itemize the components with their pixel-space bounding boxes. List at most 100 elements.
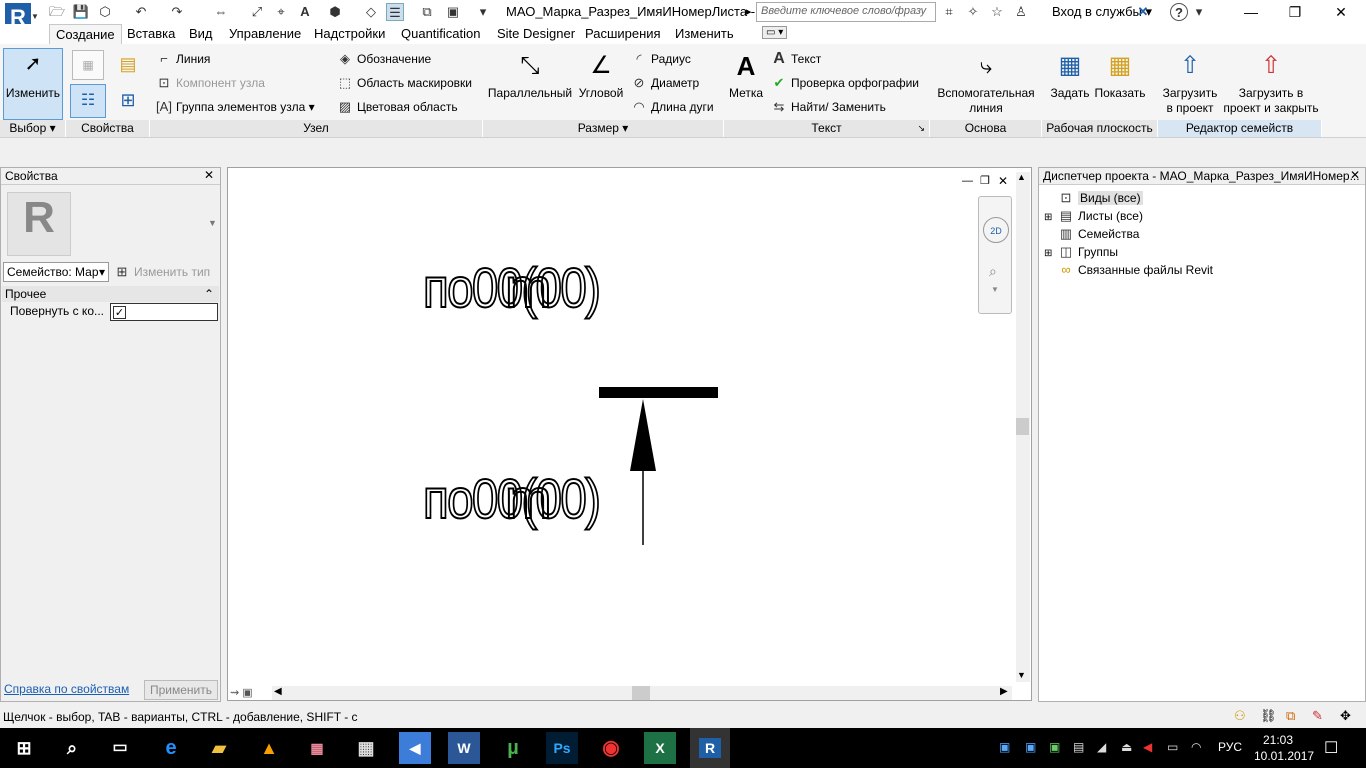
calculator-icon[interactable]: ▦: [350, 732, 382, 764]
scroll-right-icon[interactable]: ▶: [1000, 686, 1008, 697]
load-into-project-button[interactable]: ⇧ Загрузить в проект: [1160, 48, 1220, 116]
tab-view[interactable]: Вид: [183, 24, 219, 44]
modify-button[interactable]: ➚ Изменить: [3, 48, 63, 120]
symbol-button[interactable]: ◈ Обозначение: [337, 50, 431, 68]
exchange-icon[interactable]: ✕: [1134, 3, 1152, 21]
horizontal-scroll-thumb[interactable]: [632, 686, 650, 700]
task-view-icon[interactable]: ▭: [104, 732, 136, 764]
tab-insert[interactable]: Вставка: [121, 24, 181, 44]
selection-group-label[interactable]: Выбор ▾: [0, 120, 66, 137]
vertical-scroll-thumb[interactable]: [1016, 418, 1029, 435]
apply-button[interactable]: Применить: [144, 680, 218, 700]
restore-view-icon[interactable]: ❐: [980, 174, 990, 187]
expand-icon[interactable]: ⊞: [1044, 248, 1058, 259]
show-workplane-button[interactable]: ▦ Показать: [1094, 48, 1146, 101]
chrome-icon[interactable]: ◉: [595, 732, 627, 764]
3d-view-icon[interactable]: ⬢: [326, 3, 344, 21]
select-links-icon[interactable]: ⛓: [1260, 708, 1277, 724]
tree-item-sheets[interactable]: ⊞ ▤ Листы (все): [1044, 208, 1213, 226]
minimize-icon[interactable]: —: [1228, 0, 1274, 24]
type-properties-icon[interactable]: ⊞: [112, 86, 144, 116]
close-icon[interactable]: ✕: [204, 168, 214, 182]
triangle-app-icon[interactable]: ▲: [253, 732, 285, 764]
tray-app-icon-1[interactable]: ▣: [999, 740, 1010, 754]
tag-button[interactable]: A Метка: [726, 48, 766, 101]
family-category-icon[interactable]: ▤: [112, 50, 144, 80]
sync-icon[interactable]: ⬡: [96, 3, 114, 21]
rotate-property-value[interactable]: ✓: [110, 303, 218, 321]
tab-extensions[interactable]: Расширения: [579, 24, 667, 44]
battery-icon[interactable]: ▭: [1167, 740, 1178, 754]
zoom-icon[interactable]: ⌕: [989, 263, 997, 280]
notifications-icon[interactable]: ☐: [1324, 738, 1338, 758]
tag-icon[interactable]: ⌖: [272, 3, 290, 21]
spellcheck-button[interactable]: ✔ Проверка орфографии: [771, 74, 919, 92]
favorites-icon[interactable]: ☆: [988, 3, 1006, 21]
tab-create[interactable]: Создание: [49, 24, 122, 44]
drag-elements-icon[interactable]: ✥: [1340, 708, 1351, 724]
set-workplane-button[interactable]: ▦ Задать: [1048, 48, 1092, 101]
expand-arrow-icon[interactable]: ▸: [746, 5, 752, 18]
language-indicator[interactable]: РУС: [1218, 740, 1242, 754]
scroll-left-icon[interactable]: ◀: [274, 686, 282, 697]
close-view-icon[interactable]: ✕: [998, 174, 1008, 188]
select-underlay-icon[interactable]: ⧉: [1286, 708, 1295, 724]
windows-start-icon[interactable]: ⊞: [8, 732, 40, 764]
save-icon[interactable]: 💾: [72, 3, 90, 21]
aligned-dimension-button[interactable]: ⤡ Параллельный: [486, 48, 574, 101]
2d-wheel-icon[interactable]: 2D: [983, 217, 1009, 243]
tree-item-links[interactable]: ∞ Связанные файлы Revit: [1044, 262, 1213, 280]
masking-region-button[interactable]: ⬚ Область маскировки: [337, 74, 472, 92]
network-icon[interactable]: ◢: [1097, 740, 1106, 754]
edit-type-button[interactable]: ⊞ Изменить тип: [114, 264, 211, 280]
tab-modify[interactable]: Изменить: [669, 24, 740, 44]
filled-region-button[interactable]: ▨ Цветовая область: [337, 98, 458, 116]
undo-icon[interactable]: ↶: [132, 3, 150, 21]
node-component-button[interactable]: ⊡ Компонент узла: [156, 74, 265, 92]
revit-taskbar-icon[interactable]: R: [690, 728, 730, 768]
help-dropdown-icon[interactable]: ▾: [1190, 3, 1208, 21]
horizontal-scrollbar[interactable]: ◀ ▶: [272, 686, 1012, 700]
section-icon[interactable]: ◇: [362, 3, 380, 21]
dimension-icon[interactable]: ⤢: [248, 3, 266, 21]
search-icon[interactable]: ⌕: [56, 732, 88, 764]
photos-app-icon[interactable]: ▦: [301, 732, 333, 764]
redo-icon[interactable]: ↷: [168, 3, 186, 21]
family-filter-select[interactable]: Семейство: Мар ▾: [3, 262, 109, 282]
restore-icon[interactable]: ❐: [1272, 0, 1318, 24]
tree-item-groups[interactable]: ⊞ ◫ Группы: [1044, 244, 1213, 262]
text-group-label[interactable]: Текст ↘: [724, 120, 930, 137]
media-app-icon[interactable]: ◀: [399, 732, 431, 764]
expand-icon[interactable]: ⊞: [1044, 212, 1058, 223]
minimize-view-icon[interactable]: —: [962, 175, 973, 187]
close-icon[interactable]: ✕: [1350, 168, 1360, 182]
search-input[interactable]: Введите ключевое слово/фразу: [756, 2, 936, 22]
user-icon[interactable]: ♙: [1012, 3, 1030, 21]
tab-addins[interactable]: Надстройки: [308, 24, 391, 44]
ribbon-minimize-button[interactable]: ▭ ▾: [762, 26, 788, 39]
rotate-checkbox[interactable]: ✓: [113, 306, 126, 319]
radius-button[interactable]: ◜ Радиус: [631, 50, 690, 68]
measure-icon[interactable]: ⇔: [212, 3, 230, 21]
clock[interactable]: 21:03 10.01.2017: [1254, 732, 1314, 764]
volume-icon[interactable]: ◀: [1143, 740, 1152, 754]
tab-manage[interactable]: Управление: [223, 24, 307, 44]
arc-length-button[interactable]: ◠ Длина дуги: [631, 98, 713, 116]
properties-toggle-icon[interactable]: ☷: [70, 84, 106, 118]
tray-app-icon-3[interactable]: ▣: [1049, 740, 1060, 754]
node-group-button[interactable]: [A] Группа элементов узла ▾: [156, 98, 315, 116]
tab-quantification[interactable]: Quantification: [395, 24, 487, 44]
select-pinned-icon[interactable]: ✎: [1312, 708, 1323, 724]
reference-line-button[interactable]: ⤷ Вспомогательная линия: [936, 48, 1036, 116]
text-button[interactable]: A Текст: [771, 50, 821, 68]
dimension-group-label[interactable]: Размер ▾: [483, 120, 724, 137]
switch-windows-icon[interactable]: ▣: [444, 3, 462, 21]
angular-dimension-button[interactable]: ∠ Угловой: [576, 48, 626, 101]
thin-lines-icon[interactable]: ☰: [386, 3, 404, 21]
word-icon[interactable]: W: [448, 732, 480, 764]
family-types-icon[interactable]: ▦: [72, 50, 104, 80]
properties-help-link[interactable]: Справка по свойствам: [4, 682, 129, 696]
tray-app-icon-2[interactable]: ▣: [1025, 740, 1036, 754]
scroll-up-icon[interactable]: ▲: [1017, 172, 1026, 182]
subscription-icon[interactable]: ✧: [964, 3, 982, 21]
